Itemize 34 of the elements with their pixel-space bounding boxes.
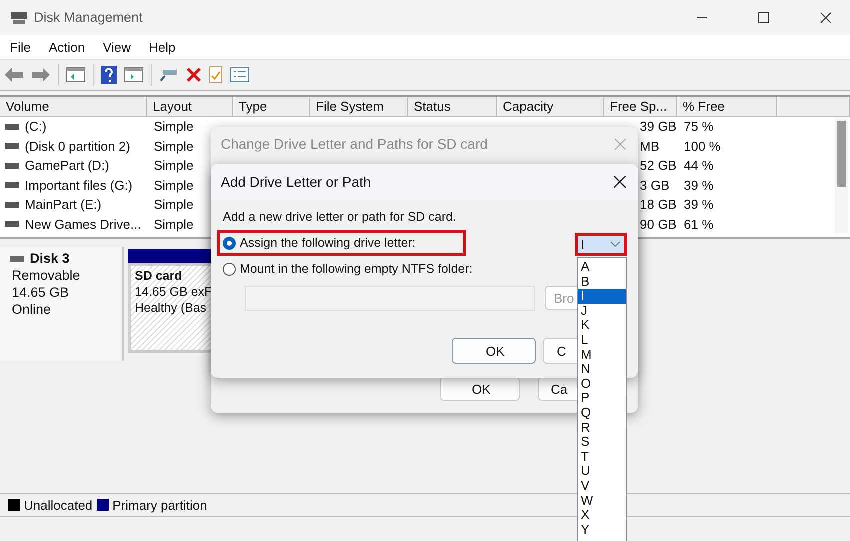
disk-name: Disk 3 [30,251,70,266]
table-cell-text: Simple [153,197,195,212]
table-cell: New Games Drive... [25,216,142,232]
table-cell-text: 39 % [683,197,715,212]
table-cell-text: 75 % [683,119,715,134]
table-cell: 39 GB [640,119,677,134]
table-cell: 90 GB [640,216,677,232]
table-cell-text: 100 % [683,138,722,154]
legend-label: Unallocated [24,498,93,512]
table-cell: (Disk 0 partition 2) [25,138,130,154]
table-cell: GamePart (D:) [25,158,110,174]
table-cell: 18 GB [640,197,677,212]
table-cell-text: Simple [153,119,195,134]
disk-size: 14.65 GB [12,285,70,300]
table-cell-text: 61 % [683,216,715,232]
table-cell: 3 GB [640,178,670,193]
legend-label: Primary partition [112,498,208,512]
table-cell-text: 44 % [683,158,715,174]
disk-status: Online [12,302,52,317]
table-cell: (C:) [25,119,47,134]
partition-size: 14.65 GB exF [135,285,214,299]
partition-name: SD card [135,269,184,283]
table-cell: MB [640,138,660,154]
table-cell-text: Simple [153,158,195,174]
disk-type: Removable [12,268,82,283]
dialog-title: Add Drive Letter or Path [221,174,372,190]
partition-status: Healthy (Bas [135,301,208,315]
table-cell: MainPart (E:) [25,197,102,212]
dialog-title: Change Drive Letter and Paths for SD card [221,136,488,152]
table-cell-text: 39 % [683,178,715,193]
window-title: Disk Management [34,10,143,25]
dialog-prompt: Add a new drive letter or path for SD card. [223,210,458,224]
table-cell: Important files (G:) [25,178,133,193]
table-cell: 52 GB [640,158,677,174]
